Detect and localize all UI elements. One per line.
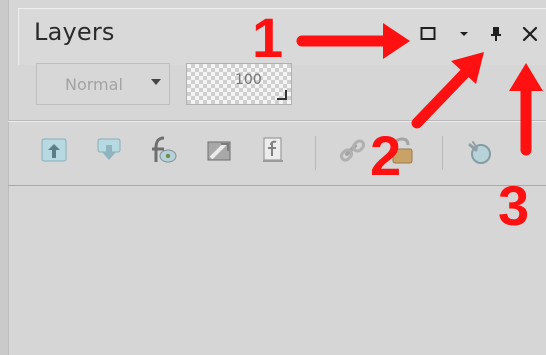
- move-layer-down-button[interactable]: [92, 134, 126, 168]
- close-icon: [522, 26, 538, 42]
- panel-left-edge: [0, 0, 9, 355]
- link-icon: [339, 139, 366, 162]
- toolbar-bottom-separator: [8, 185, 546, 186]
- fx-icon: [263, 137, 283, 162]
- move-layer-up-icon: [41, 138, 67, 162]
- maximize-icon: [420, 27, 436, 40]
- fx-button[interactable]: [257, 134, 291, 168]
- chevron-down-icon: [151, 79, 161, 85]
- layer-effects-icon: [152, 136, 177, 163]
- panel-title: Layers: [34, 18, 115, 46]
- fill-button[interactable]: [462, 134, 496, 168]
- layer-mask-icon: [207, 141, 231, 161]
- panel-menu-button[interactable]: [452, 22, 476, 46]
- blend-mode-select[interactable]: Normal: [36, 63, 170, 105]
- layer-mask-button[interactable]: [203, 134, 237, 168]
- chevron-down-icon: [460, 32, 468, 36]
- blend-mode-value: Normal: [65, 75, 123, 94]
- toolbar-top-highlight: [8, 121, 546, 122]
- resize-handle-icon: [277, 90, 287, 100]
- annotation-label-3: 3: [498, 174, 530, 237]
- move-layer-up-button[interactable]: [38, 134, 72, 168]
- layer-effects-button[interactable]: [146, 134, 180, 168]
- annotation-label-2: 2: [370, 124, 402, 187]
- annotation-label-1: 1: [252, 6, 284, 69]
- link-layers-button[interactable]: [336, 134, 370, 168]
- toolbar-divider: [315, 136, 316, 170]
- arrow-3: [509, 63, 543, 156]
- pin-button[interactable]: [484, 22, 508, 46]
- move-layer-down-icon: [97, 138, 121, 160]
- opacity-field[interactable]: 100: [186, 63, 292, 105]
- maximize-button[interactable]: [416, 22, 440, 46]
- fill-icon: [468, 141, 491, 164]
- close-button[interactable]: [518, 22, 542, 46]
- toolbar-divider: [442, 136, 443, 170]
- pin-icon: [491, 27, 501, 41]
- layers-panel: Layers Normal 100 1 2 3: [0, 0, 546, 355]
- opacity-value: 100: [235, 72, 262, 88]
